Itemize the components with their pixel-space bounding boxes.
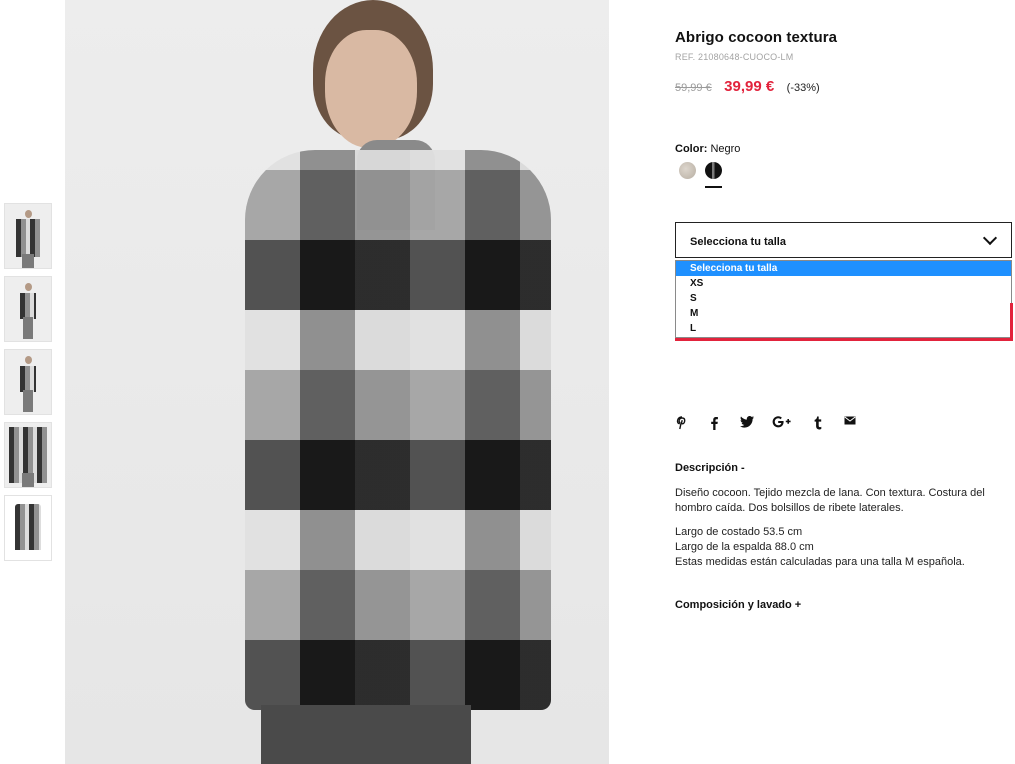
size-option[interactable]: S: [676, 291, 1011, 306]
color-swatch-beige[interactable]: [679, 162, 696, 179]
google-plus-icon[interactable]: [772, 415, 792, 431]
size-select-label: Selecciona tu talla: [690, 236, 786, 248]
twitter-icon[interactable]: [739, 415, 754, 431]
add-to-cart-button-edge-bottom[interactable]: [675, 338, 1012, 341]
color-value: Negro: [710, 143, 741, 155]
selected-swatch-indicator: [705, 186, 722, 188]
size-option[interactable]: M: [676, 306, 1011, 321]
thumbnail-gallery: [4, 203, 52, 568]
pinterest-icon[interactable]: [675, 415, 689, 431]
old-price: 59,99 €: [675, 82, 712, 94]
thumbnail-5[interactable]: [4, 495, 52, 561]
composition-toggle[interactable]: Composición y lavado +: [675, 599, 801, 611]
size-select[interactable]: Selecciona tu talla: [675, 222, 1012, 258]
checked-coat: [245, 150, 551, 710]
size-option[interactable]: Selecciona tu talla: [676, 261, 1011, 276]
add-to-cart-button-edge[interactable]: [1010, 303, 1013, 341]
measurement-note: Estas medidas están calculadas para una …: [675, 556, 965, 568]
size-option[interactable]: L: [676, 321, 1011, 336]
color-label-prefix: Color:: [675, 143, 708, 155]
size-option[interactable]: XS: [676, 276, 1011, 291]
email-icon[interactable]: [843, 415, 857, 431]
description-text: Diseño cocoon. Tejido mezcla de lana. Co…: [675, 487, 985, 514]
product-reference: REF. 21080648-CUOCO-LM: [675, 52, 794, 62]
main-product-image[interactable]: [65, 0, 609, 764]
measurement-line: Largo de costado 53.5 cm: [675, 526, 803, 538]
trousers: [261, 705, 471, 764]
price-row: 59,99 € 39,99 € (-33%): [675, 78, 820, 96]
color-swatch-black[interactable]: [705, 162, 722, 179]
color-label: Color: Negro: [675, 143, 740, 155]
measurements-text: Largo de costado 53.5 cm Largo de la esp…: [675, 525, 1010, 570]
thumbnail-2[interactable]: [4, 276, 52, 342]
thumbnail-3[interactable]: [4, 349, 52, 415]
facebook-icon[interactable]: [707, 415, 721, 431]
size-dropdown-list: Selecciona tu talla XS S M L: [675, 260, 1012, 338]
social-share-bar: [675, 415, 871, 433]
measurement-line: Largo de la espalda 88.0 cm: [675, 541, 814, 553]
thumbnail-4[interactable]: [4, 422, 52, 488]
product-title: Abrigo cocoon textura: [675, 29, 838, 46]
thumbnail-1[interactable]: [4, 203, 52, 269]
sale-price: 39,99 €: [724, 78, 775, 95]
tumblr-icon[interactable]: [811, 415, 825, 431]
discount-badge: (-33%): [786, 82, 820, 94]
model-face: [325, 30, 417, 148]
chevron-down-icon: [982, 230, 998, 246]
description-toggle[interactable]: Descripción -: [675, 462, 745, 474]
